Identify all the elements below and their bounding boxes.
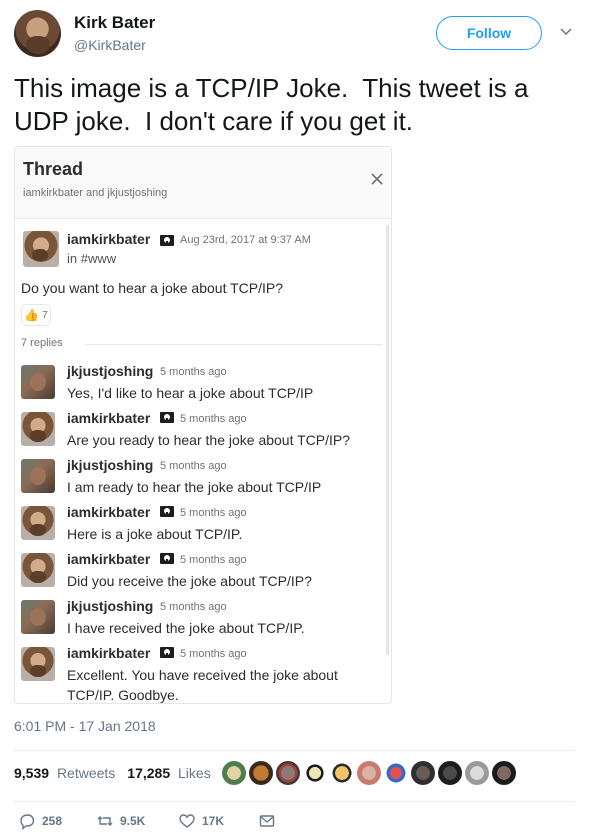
scrollbar: [386, 225, 389, 655]
tweet-text: This image is a TCP/IP Joke. This tweet …: [14, 73, 536, 136]
like-button[interactable]: 17K: [178, 812, 224, 830]
avatar: [21, 506, 55, 540]
message-author: iamkirkbater: [67, 410, 151, 426]
message-text: Are you ready to hear the joke about TCP…: [67, 432, 351, 448]
thread-title: Thread: [23, 159, 84, 179]
message-text: I am ready to hear the joke about TCP/IP: [67, 479, 322, 495]
divider: [14, 801, 574, 802]
message-text: Yes, I'd like to hear a joke about TCP/I…: [67, 385, 314, 401]
retweets-count: 9,539: [14, 765, 50, 781]
avatar: [21, 412, 55, 446]
reply-button[interactable]: 258: [18, 812, 62, 830]
avatar[interactable]: [249, 761, 273, 785]
thread-header: Thread iamkirkbater and jkjustjoshing: [15, 147, 391, 219]
reply-icon: [20, 814, 35, 830]
divider: [85, 344, 383, 345]
list-item: iamkirkbater 5 months ago Did you receiv…: [15, 551, 385, 598]
envelope-icon: [259, 815, 275, 827]
message-time: 5 months ago: [160, 460, 227, 472]
divider: [14, 750, 574, 751]
message-author: jkjustjoshing: [67, 598, 154, 614]
message-text: Excellent. You have received the joke ab…: [67, 667, 338, 703]
pirate-flag-icon: [160, 235, 174, 246]
list-item: iamkirkbater 5 months ago Are you ready …: [15, 410, 385, 457]
message-time: 5 months ago: [160, 601, 227, 613]
message-text: Did you receive the joke about TCP/IP?: [67, 573, 312, 589]
like-count: 17K: [202, 814, 225, 828]
reaction-count: 7: [42, 309, 48, 321]
follow-button[interactable]: Follow: [436, 16, 542, 50]
heart-icon: [179, 814, 195, 828]
pirate-flag-icon: [160, 553, 174, 564]
pirate-flag-icon: [160, 647, 174, 658]
list-item: jkjustjoshing 5 months ago Yes, I'd like…: [15, 363, 385, 410]
list-item: jkjustjoshing 5 months ago I am ready to…: [15, 457, 385, 504]
avatar[interactable]: [438, 761, 462, 785]
avatar: [21, 365, 55, 399]
message-author: jkjustjoshing: [67, 457, 154, 473]
thread-screenshot[interactable]: Thread iamkirkbater and jkjustjoshing ia…: [14, 146, 392, 704]
likes-stat[interactable]: 17,285 Likes: [127, 765, 210, 781]
tweet-header: Kirk Bater @KirkBater Follow: [14, 10, 580, 62]
avatar: [23, 231, 59, 267]
thumbs-up-icon: 👍: [24, 308, 40, 322]
retweets-label: Retweets: [56, 765, 116, 781]
message-text: Do you want to hear a joke about TCP/IP?: [21, 280, 284, 296]
avatar: [21, 553, 55, 587]
avatar[interactable]: [14, 10, 61, 57]
avatar[interactable]: [276, 761, 300, 785]
avatar[interactable]: [492, 761, 516, 785]
message-date: Aug 23rd, 2017 at 9:37 AM: [180, 234, 311, 246]
tweet-timestamp[interactable]: 6:01 PM - 17 Jan 2018: [14, 718, 156, 734]
avatar: [21, 647, 55, 681]
thread-participants: iamkirkbater and jkjustjoshing: [23, 187, 168, 199]
pirate-flag-icon: [160, 506, 174, 517]
avatar[interactable]: [465, 761, 489, 785]
avatar[interactable]: [411, 761, 435, 785]
message-author: iamkirkbater: [67, 231, 151, 247]
message-author: iamkirkbater: [67, 551, 151, 567]
direct-message-button[interactable]: [258, 812, 276, 830]
avatar[interactable]: [384, 761, 408, 785]
reaction-thumbs-up: 👍 7: [21, 304, 51, 326]
retweet-icon: [97, 816, 113, 826]
message-time: 5 months ago: [180, 413, 247, 425]
message-time: 5 months ago: [180, 554, 247, 566]
display-name[interactable]: Kirk Bater: [74, 13, 155, 33]
message-text: Here is a joke about TCP/IP.: [67, 526, 243, 542]
avatar[interactable]: [330, 761, 354, 785]
avatar[interactable]: [222, 761, 246, 785]
likes-label: Likes: [178, 765, 211, 781]
list-item: jkjustjoshing 5 months ago I have receiv…: [15, 598, 385, 645]
replies-label: 7 replies: [21, 337, 63, 349]
message-time: 5 months ago: [180, 648, 247, 660]
reply-count: 258: [42, 814, 63, 828]
likes-count: 17,285: [127, 765, 171, 781]
liker-avatars: [222, 761, 516, 787]
avatar: [21, 600, 55, 634]
tweet-stats: 9,539 Retweets 17,285 Likes: [14, 765, 211, 781]
message-author: iamkirkbater: [67, 645, 151, 661]
avatar: [21, 459, 55, 493]
list-item: iamkirkbater 5 months ago Here is a joke…: [15, 504, 385, 551]
avatar[interactable]: [303, 761, 327, 785]
message-time: 5 months ago: [160, 366, 227, 378]
retweet-button[interactable]: 9.5K: [96, 812, 145, 830]
pirate-flag-icon: [160, 412, 174, 423]
avatar[interactable]: [357, 761, 381, 785]
message-author: iamkirkbater: [67, 504, 151, 520]
list-item: iamkirkbater 5 months ago Excellent. You…: [15, 645, 385, 703]
message-channel: in #www: [67, 251, 117, 266]
message-time: 5 months ago: [180, 507, 247, 519]
close-icon: [371, 173, 383, 185]
message-author: jkjustjoshing: [67, 363, 154, 379]
retweet-count: 9.5K: [120, 814, 146, 828]
retweets-stat[interactable]: 9,539 Retweets: [14, 765, 115, 781]
chevron-down-icon[interactable]: [559, 24, 573, 38]
message-text: I have received the joke about TCP/IP.: [67, 620, 305, 636]
user-handle[interactable]: @KirkBater: [74, 37, 146, 53]
